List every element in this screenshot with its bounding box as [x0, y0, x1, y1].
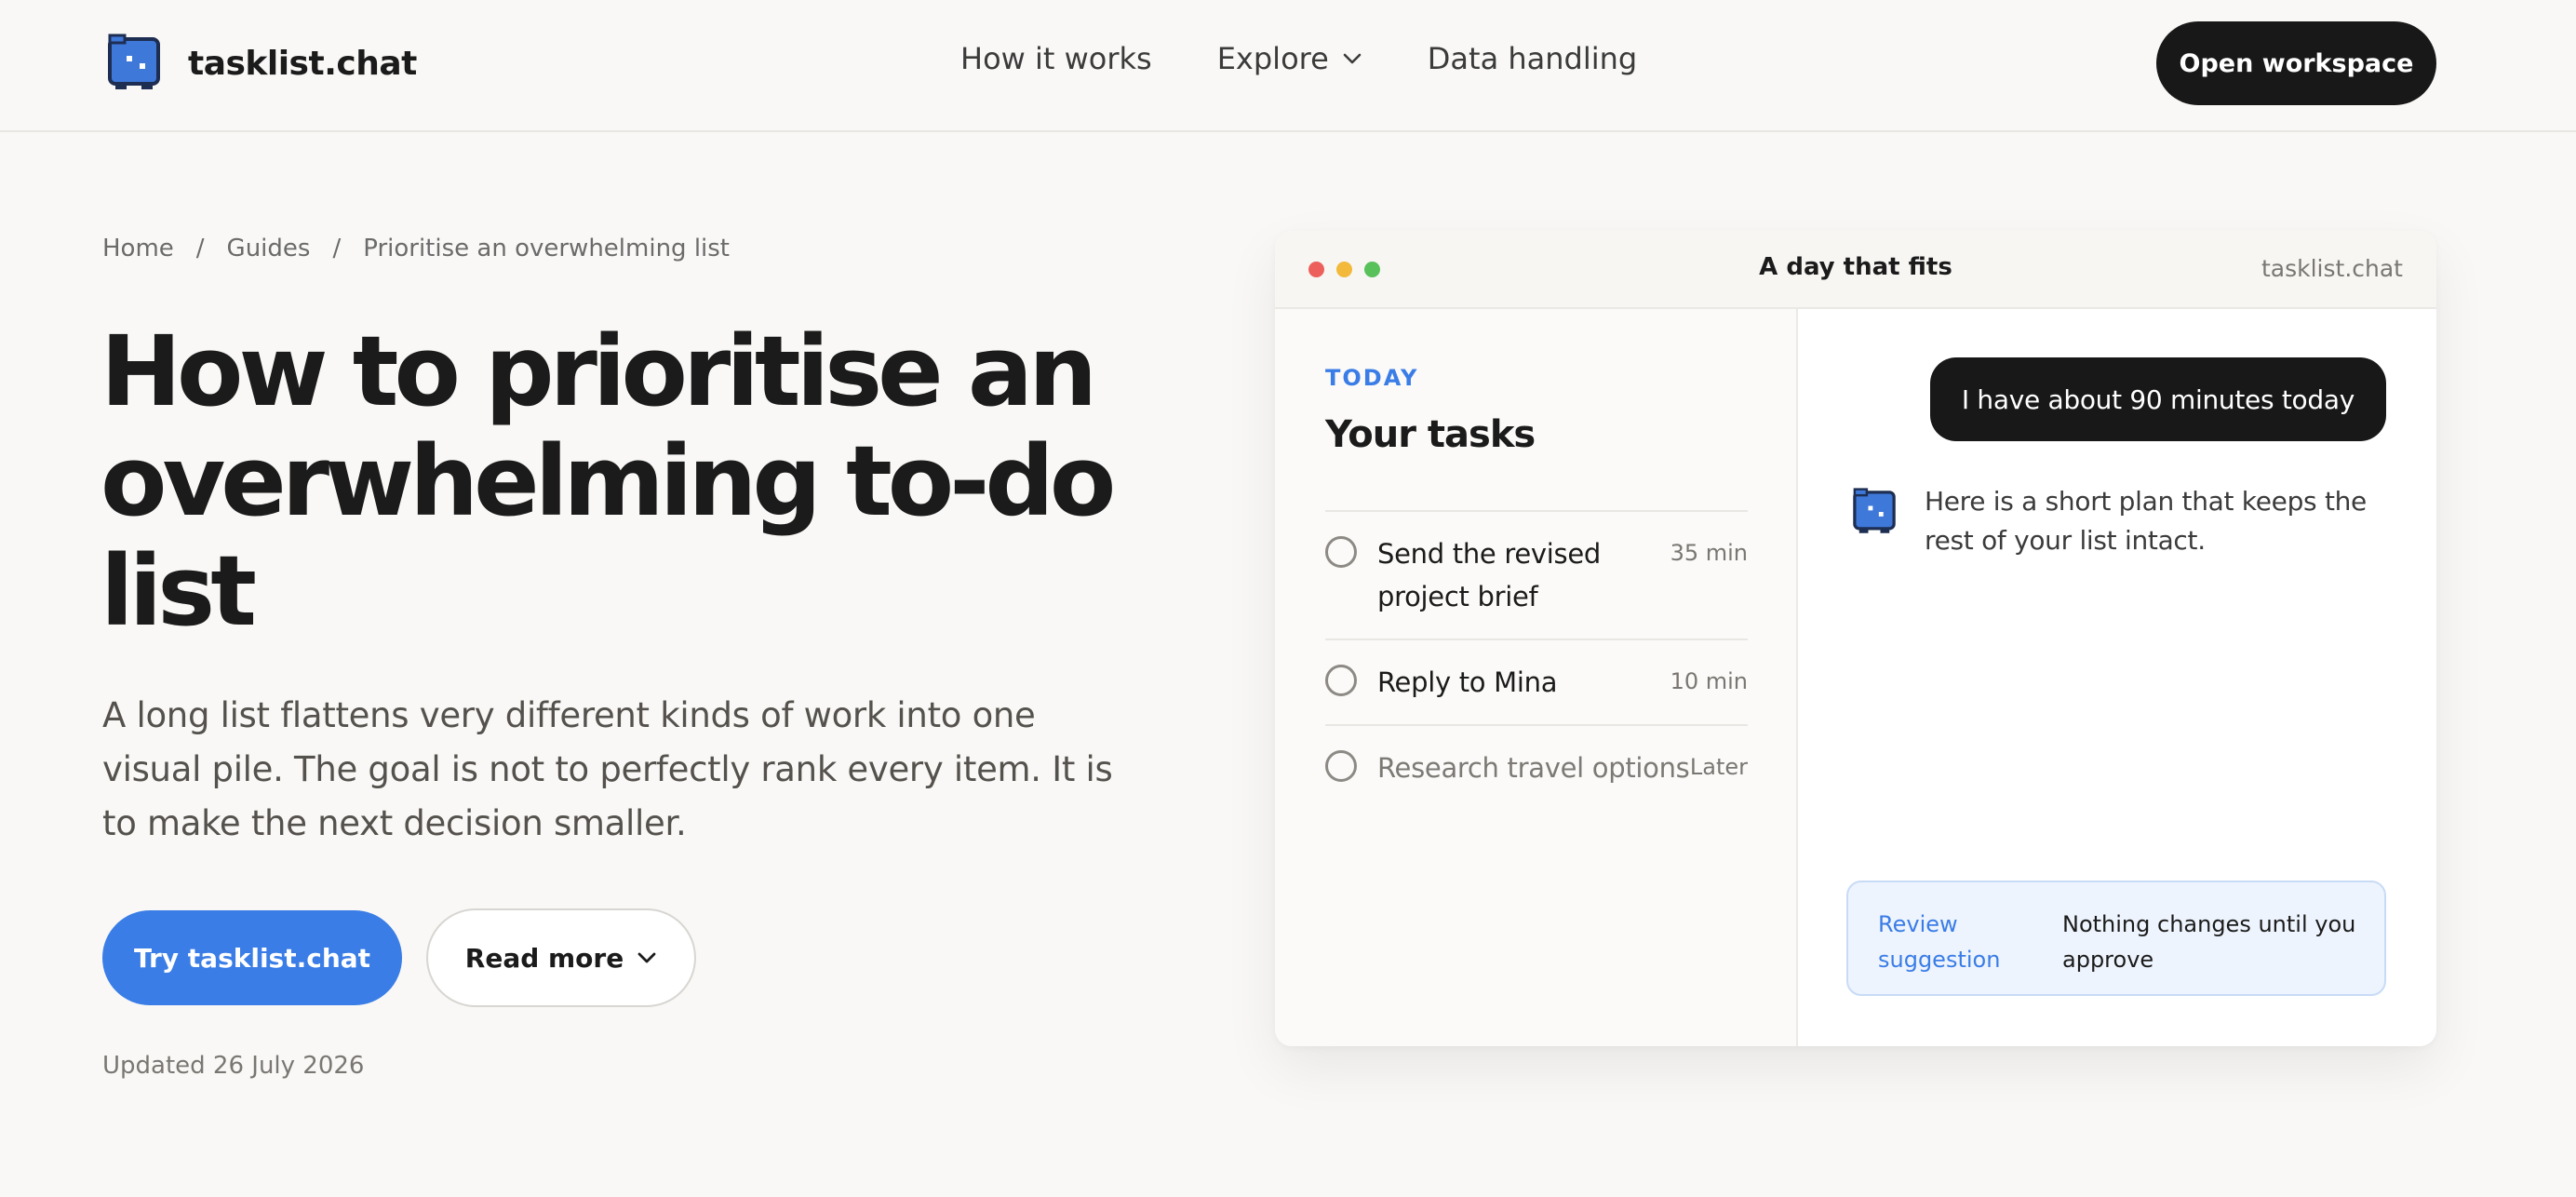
main-nav: How it works Explore Data handling [960, 41, 1637, 76]
breadcrumb-home[interactable]: Home [102, 235, 174, 262]
chat-pane: I have about 90 minutes today Here is a … [1798, 309, 2436, 1046]
tasks-pane: TODAY Your tasks Send the revised projec… [1275, 309, 1798, 1046]
brand[interactable]: tasklist.chat [104, 34, 417, 93]
window-titlebar: A day that fits tasklist.chat [1275, 231, 2436, 309]
robot-logo-icon [108, 34, 160, 89]
open-workspace-button[interactable]: Open workspace [2156, 21, 2436, 105]
breadcrumb-separator: / [195, 235, 205, 262]
task-duration: 10 min [1670, 668, 1748, 694]
tasks-eyebrow: TODAY [1325, 365, 1419, 391]
tasks-heading: Your tasks [1325, 413, 1536, 456]
circle-checkbox-icon[interactable] [1325, 750, 1357, 782]
chevron-down-icon [637, 952, 656, 963]
user-message: I have about 90 minutes today [1929, 357, 2386, 441]
app-preview-window: A day that fits tasklist.chat TODAY Your… [1275, 231, 2436, 1046]
review-suggestion-link[interactable]: Review suggestion [1878, 907, 2027, 977]
nav-label: Data handling [1427, 41, 1638, 76]
nav-explore[interactable]: Explore [1217, 41, 1362, 76]
window-host: tasklist.chat [2261, 255, 2403, 282]
robot-avatar-icon [1853, 488, 1896, 533]
task-item[interactable]: Research travel options Later [1325, 726, 1748, 812]
updated-date: Updated 26 July 2026 [102, 1052, 365, 1080]
nav-how-it-works[interactable]: How it works [960, 41, 1152, 76]
task-name: Reply to Mina [1377, 666, 1558, 698]
page-lede: A long list flattens very different kind… [102, 695, 1113, 843]
chevron-down-icon [1343, 53, 1362, 64]
task-name: Send the revised project brief [1377, 538, 1601, 612]
nav-label: How it works [960, 41, 1152, 76]
suggestion-note: Nothing changes until you approve [2062, 911, 2356, 973]
suggestion-card: Review suggestion Nothing changes until … [1846, 881, 2386, 996]
nav-data-handling[interactable]: Data handling [1428, 41, 1637, 76]
site-header: tasklist.chat How it works Explore Data … [0, 0, 2576, 132]
breadcrumb-separator: / [332, 235, 342, 262]
assistant-message: Here is a short plan that keeps the rest… [1925, 486, 2367, 556]
brand-name: tasklist.chat [188, 44, 417, 83]
circle-checkbox-icon[interactable] [1325, 665, 1357, 696]
breadcrumb-current: Prioritise an overwhelming list [363, 235, 731, 262]
page-title: How to prioritise an overwhelming to-do … [101, 315, 1116, 648]
task-item[interactable]: Send the revised project brief 35 min [1325, 512, 1748, 640]
task-duration: 35 min [1670, 540, 1748, 566]
task-name: Research travel options [1377, 752, 1690, 784]
circle-checkbox-icon[interactable] [1325, 536, 1357, 568]
breadcrumb-guides[interactable]: Guides [227, 235, 311, 262]
read-more-label: Read more [464, 942, 624, 974]
try-tasklist-button[interactable]: Try tasklist.chat [102, 910, 402, 1005]
task-duration: Later [1689, 754, 1748, 780]
task-list: Send the revised project brief 35 min Re… [1325, 510, 1748, 812]
task-item[interactable]: Reply to Mina 10 min [1325, 640, 1748, 726]
nav-label: Explore [1216, 41, 1329, 76]
read-more-button[interactable]: Read more [426, 908, 696, 1007]
breadcrumb: Home / Guides / Prioritise an overwhelmi… [102, 235, 730, 262]
